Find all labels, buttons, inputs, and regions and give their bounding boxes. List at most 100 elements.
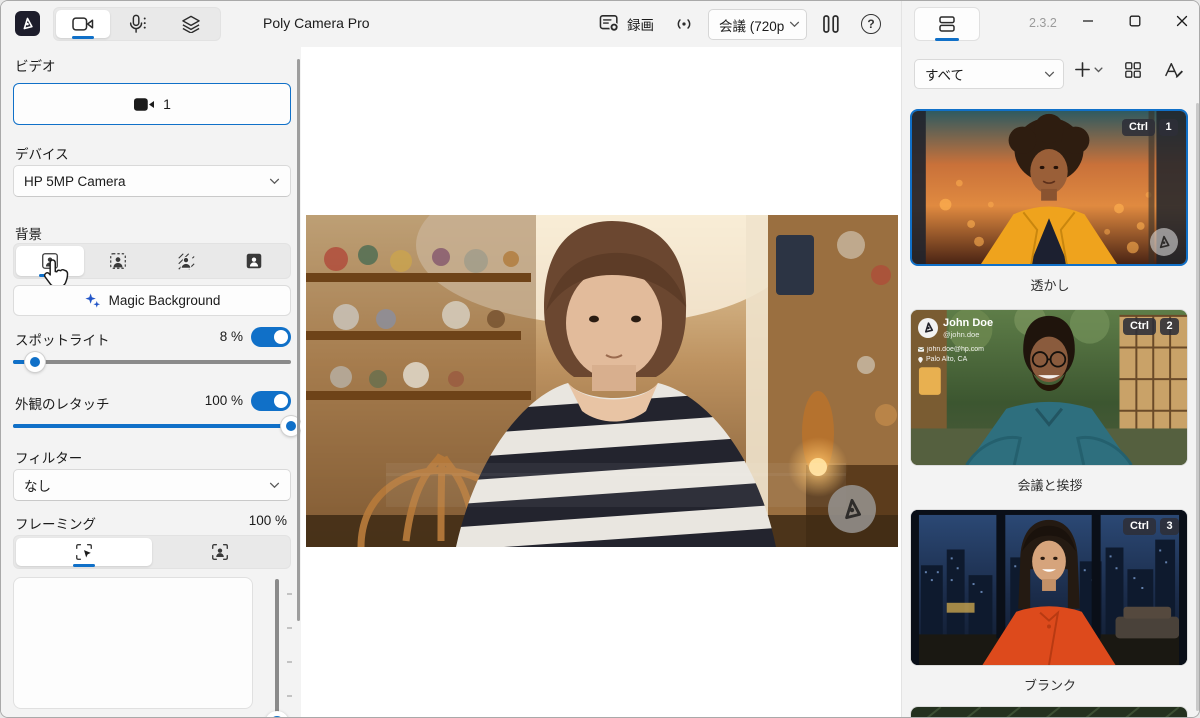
presets-scrollbar[interactable] [1196,103,1199,711]
ctrl-badge: Ctrl [1123,318,1156,335]
maximize-icon [1129,15,1141,27]
spotlight-toggle[interactable] [251,327,291,347]
camera-number: 1 [163,96,171,112]
settings-sidebar: ビデオ 1 デバイス HP 5MP Camera 背景 [1,47,301,718]
shortcut-badges: Ctrl 1 [1122,119,1178,136]
preset-caption: 透かし [910,275,1190,294]
device-select[interactable]: HP 5MP Camera [13,165,291,197]
app-window: Poly Camera Pro 録画 会議 (720p [0,0,1200,718]
pause-stream-button[interactable] [823,9,839,39]
device-value: HP 5MP Camera [24,174,269,189]
email-icon [918,347,924,352]
poly-watermark [828,485,876,533]
filter-select[interactable]: なし [13,469,291,501]
zoom-tick [287,695,292,697]
shortcut-badges: Ctrl 2 [1123,318,1179,335]
video-section-label: ビデオ [15,55,56,75]
broadcast-icon [673,15,695,33]
magic-background-label: Magic Background [109,293,221,308]
broadcast-button[interactable] [673,9,695,39]
layers-icon [181,15,201,33]
background-mode-group [13,243,291,279]
help-icon: ? [861,14,881,34]
magic-background-button[interactable]: Magic Background [13,285,291,316]
framing-zoom-slider[interactable] [267,579,293,718]
preset-card-meeting[interactable]: John Doe @john.doe john.doe@hp.com Palo … [910,309,1190,494]
framing-label: フレーミング [15,513,96,533]
person-blur-icon [176,251,196,271]
person-dashed-frame-icon [108,251,128,271]
record-button[interactable]: 録画 [599,9,654,39]
retouch-value: 100 % [205,393,243,408]
key-badge: 2 [1160,318,1179,335]
microphone-icon [127,14,147,34]
preset-thumbnail[interactable]: Ctrl 1 [910,109,1188,266]
tab-audio[interactable] [110,10,164,38]
background-blur-button[interactable] [152,246,220,276]
overlay-location: Palo Alto, CA [926,355,967,366]
add-preset-button[interactable] [1074,61,1103,78]
location-icon [918,357,923,363]
close-button[interactable] [1159,1,1200,41]
background-image-button[interactable] [220,246,288,276]
presets-filter-value: すべて [925,64,1044,84]
poly-logo-icon [839,496,865,522]
poly-watermark [1150,228,1178,256]
preset-card-partial[interactable] [910,706,1190,718]
slider-thumb[interactable] [25,352,45,372]
tab-video[interactable] [56,10,110,38]
preset-thumbnail[interactable]: John Doe @john.doe john.doe@hp.com Palo … [910,309,1188,466]
close-icon [1176,15,1188,27]
rename-preset-button[interactable] [1164,61,1184,79]
toggle-knob [274,394,288,408]
toggle-knob [274,330,288,344]
background-none-button[interactable] [16,246,84,276]
preset-card-watermark[interactable]: Ctrl 1 透かし [910,109,1190,294]
retouch-slider[interactable] [13,424,291,428]
meeting-mode-select[interactable]: 会議 (720p [708,9,807,40]
person-solid-card-icon [244,251,264,271]
minimize-icon [1082,15,1094,27]
spotlight-slider[interactable] [13,360,291,364]
preset-card-blank[interactable]: Ctrl 3 ブランク [910,509,1190,694]
poly-logo-icon [20,16,35,31]
poly-logo-icon [922,321,935,334]
shortcut-badges: Ctrl 3 [1123,518,1179,535]
retouch-toggle[interactable] [251,391,291,411]
framing-preview-area[interactable] [13,577,253,709]
framing-selected-indicator [73,564,95,567]
chevron-down-icon [1044,71,1055,78]
sidebar-scrollbar[interactable] [297,59,300,621]
presets-panel-toggle[interactable] [914,7,980,41]
maximize-button[interactable] [1112,1,1158,41]
framing-auto-button[interactable] [152,538,288,566]
camera-preview-image [306,215,898,547]
grid-icon [1124,61,1142,79]
minimize-button[interactable] [1065,1,1111,41]
preset-caption: 会議と挨拶 [910,475,1190,494]
person-plain-icon [40,251,60,271]
zoom-slider-thumb[interactable] [265,711,289,718]
tab-scenes[interactable] [164,10,218,38]
poly-app-logo [15,11,40,36]
overlay-handle: @john.doe [943,330,993,339]
presets-panel: すべて [901,47,1200,718]
camera-1-button[interactable]: 1 [13,83,291,125]
preset-thumbnail[interactable] [910,706,1188,718]
framing-value: 100 % [249,513,287,528]
spotlight-value: 8 % [220,329,243,344]
ctrl-badge: Ctrl [1122,119,1155,136]
rename-pen-icon [1164,61,1184,79]
name-card-overlay: John Doe @john.doe john.doe@hp.com Palo … [918,317,993,366]
help-button[interactable]: ? [861,9,881,39]
top-toolbar: Poly Camera Pro 録画 会議 (720p [1,1,901,47]
grid-view-button[interactable] [1124,61,1142,79]
framing-manual-button[interactable] [16,538,152,566]
preset-thumbnail[interactable]: Ctrl 3 [910,509,1188,666]
presets-filter-select[interactable]: すべて [914,59,1064,89]
zoom-tick [287,661,292,663]
right-panel-header: 2.3.2 [901,1,1200,47]
chevron-down-icon [269,482,280,489]
camera-filled-icon [133,97,155,112]
background-frame-button[interactable] [84,246,152,276]
